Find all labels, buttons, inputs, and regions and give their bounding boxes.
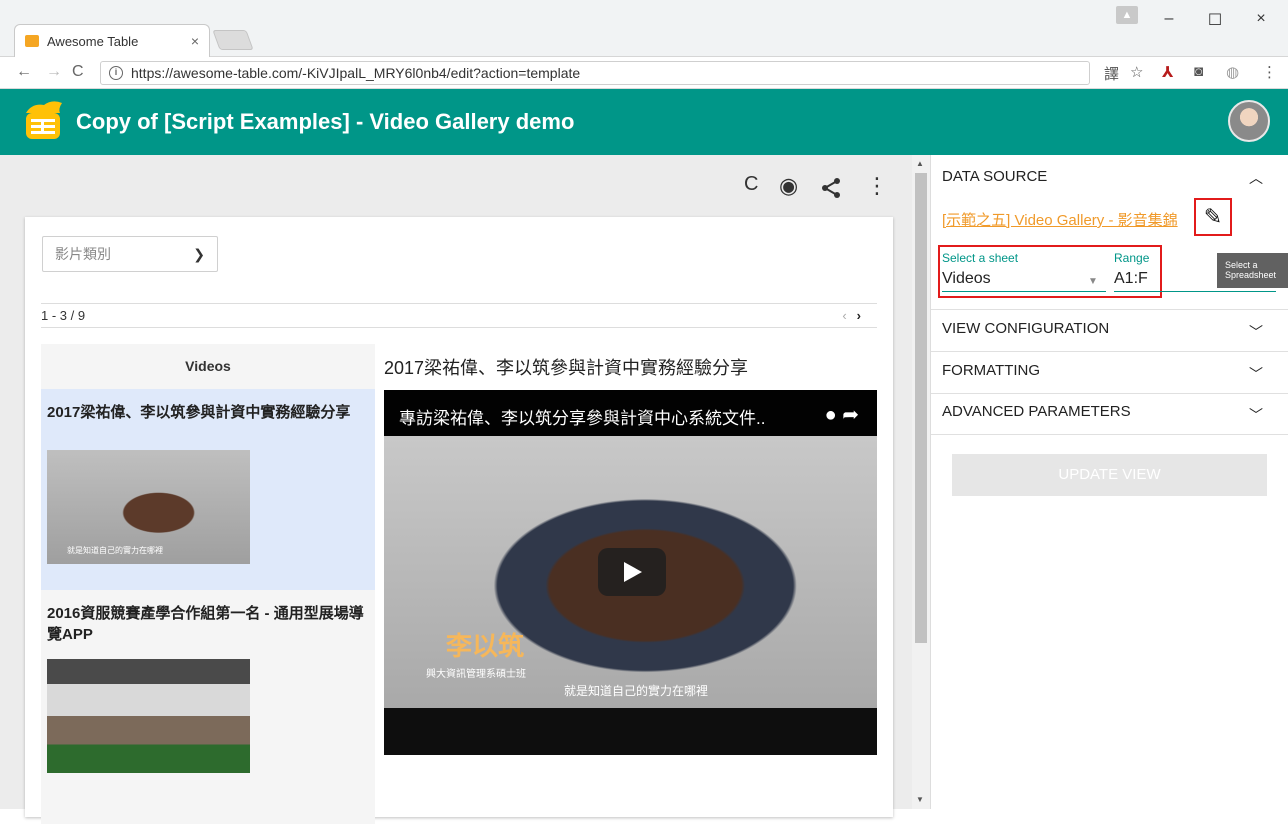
advanced-parameters-heading[interactable]: ADVANCED PARAMETERS [942,403,1131,420]
dropdown-caret-icon: ▼ [1088,276,1098,287]
awesome-table-logo-icon [26,101,62,139]
share-icon[interactable] [820,177,842,199]
video-title-bar: 專訪梁祐偉、李以筑分享參與計資中心系統文件.. ● ➦ [384,390,877,436]
info-icon[interactable]: i [109,66,123,80]
extension-icon[interactable]: ◍ [1226,63,1239,81]
reload-icon[interactable]: C [744,173,758,196]
watch-later-clock-icon[interactable]: ● [825,404,837,426]
select-sheet-dropdown[interactable]: Videos [942,270,991,288]
pager-arrows: ‹› [842,304,871,328]
range-input[interactable]: A1:F [1114,270,1148,288]
chevron-down-icon[interactable]: ﹀ [1249,322,1263,342]
url-text: https://awesome-table.com/-KiVJIpalL_MRY… [131,65,581,81]
select-spreadsheet-tooltip: Select a Spreadsheet [1217,253,1288,288]
spreadsheet-link[interactable]: [示範之五] Video Gallery - 影音集錦 [942,209,1192,230]
category-filter-dropdown[interactable]: 影片類別 ❯ [42,236,218,272]
scroll-down-icon[interactable]: ▼ [916,795,924,804]
section-divider [931,393,1288,394]
view-configuration-heading[interactable]: VIEW CONFIGURATION [942,320,1109,337]
eye-icon[interactable]: ◉ [779,173,798,199]
translate-icon[interactable]: 譯 [1104,63,1119,84]
new-tab-button[interactable] [212,30,254,50]
back-arrow-icon[interactable]: ← [16,63,32,81]
reload-icon[interactable]: C [72,63,84,81]
video-thumbnail[interactable] [47,659,250,773]
scroll-up-icon[interactable]: ▲ [916,159,924,168]
list-item[interactable]: 2016資服競賽產學合作組第一名 - 通用型展場導覽APP [41,590,375,791]
preview-scrollbar[interactable]: ▲ ▼ [912,155,930,809]
tab-title: Awesome Table [47,33,139,49]
address-bar[interactable]: i https://awesome-table.com/-KiVJIpalL_M… [100,61,1090,85]
maximize-button[interactable]: ☐ [1200,10,1230,30]
edit-spreadsheet-button[interactable]: ✎ [1194,198,1232,236]
profile-icon[interactable]: ▲ [1116,6,1138,24]
video-list: Videos 2017梁祐偉、李以筑參與計資中實務經驗分享 就是知道自己的實力在… [41,344,375,824]
range-label: Range [1114,251,1150,265]
range-underline [1114,291,1276,292]
video-caption-overlay: 就是知道自己的實力在哪裡 [564,684,709,698]
list-item[interactable]: 2017梁祐偉、李以筑參與計資中實務經驗分享 就是知道自己的實力在哪裡 [41,389,375,590]
list-item-title: 2016資服競賽產學合作組第一名 - 通用型展場導覽APP [47,605,364,643]
previous-page-icon[interactable]: ‹ [842,308,856,323]
browser-menu-icon[interactable]: ⋮ [1262,63,1277,81]
app-title: Copy of [Script Examples] - Video Galler… [76,109,575,134]
awesome-table-favicon-icon [25,35,39,47]
video-bar-icons: ● ➦ [825,402,859,427]
more-vert-icon[interactable]: ⋮ [866,173,888,199]
select-sheet-label: Select a sheet [942,251,1019,265]
current-video-title: 2017梁祐偉、李以筑參與計資中實務經驗分享 [384,358,749,378]
bookmark-star-icon[interactable]: ☆ [1130,63,1143,81]
user-avatar[interactable] [1228,100,1270,142]
section-divider [931,434,1288,435]
play-button-icon[interactable] [598,548,666,596]
browser-tabstrip: Awesome Table × ▲ – ☐ × [0,0,1288,57]
pagination-bar: 1 - 3 / 9 ‹› [41,303,877,328]
app-header: Copy of [Script Examples] - Video Galler… [0,89,1288,155]
scrollbar-thumb[interactable] [915,173,927,643]
next-page-icon[interactable]: › [857,308,871,323]
pencil-icon: ✎ [1203,204,1223,229]
forward-arrow-icon[interactable]: → [46,63,62,81]
formatting-heading[interactable]: FORMATTING [942,362,1040,379]
video-thumbnail[interactable]: 就是知道自己的實力在哪裡 [47,450,250,564]
minimize-button[interactable]: – [1154,10,1184,28]
browser-tab[interactable]: Awesome Table × [14,24,210,57]
data-source-heading[interactable]: DATA SOURCE [942,168,1047,185]
video-bar-title: 專訪梁祐偉、李以筑分享參與計資中心系統文件.. [399,409,766,428]
tab-close-icon[interactable]: × [191,33,199,49]
preview-area: C ◉ ⋮ 影片類別 ❯ 1 - 3 / 9 ‹› Videos 2017梁祐偉… [0,155,912,824]
chevron-down-icon: ❯ [193,245,205,262]
table-preview-card: 影片類別 ❯ 1 - 3 / 9 ‹› Videos 2017梁祐偉、李以筑參與… [25,217,893,824]
camera-extension-icon[interactable]: ◙ [1194,63,1203,80]
chevron-down-icon[interactable]: ﹀ [1249,405,1263,425]
section-divider [931,351,1288,352]
category-filter-placeholder: 影片類別 [55,246,111,262]
pager-count: 1 - 3 / 9 [41,308,86,323]
list-item-title: 2017梁祐偉、李以筑參與計資中實務經驗分享 [47,404,351,421]
close-window-button[interactable]: × [1246,10,1276,28]
update-view-button[interactable]: UPDATE VIEW [952,454,1267,496]
select-sheet-underline [942,291,1106,292]
section-divider [931,309,1288,310]
chevron-up-icon[interactable]: ︿ [1249,168,1263,188]
browser-toolbar: ← → C i https://awesome-table.com/-KiVJI… [0,57,1288,89]
chevron-down-icon[interactable]: ﹀ [1249,364,1263,384]
share-arrow-icon[interactable]: ➦ [842,404,859,426]
list-header: Videos [185,358,231,374]
video-name-overlay: 李以筑 [446,631,525,661]
thumbnail-caption: 就是知道自己的實力在哪裡 [67,546,163,555]
video-player[interactable]: 專訪梁祐偉、李以筑分享參與計資中心系統文件.. ● ➦ 李以筑 興大資訊管理系碩… [384,390,877,755]
pdf-extension-icon[interactable]: ⅄ [1162,63,1173,81]
settings-panel: DATA SOURCE ︿ [示範之五] Video Gallery - 影音集… [930,155,1288,809]
video-subtitle-overlay: 興大資訊管理系碩士班 [426,669,526,680]
